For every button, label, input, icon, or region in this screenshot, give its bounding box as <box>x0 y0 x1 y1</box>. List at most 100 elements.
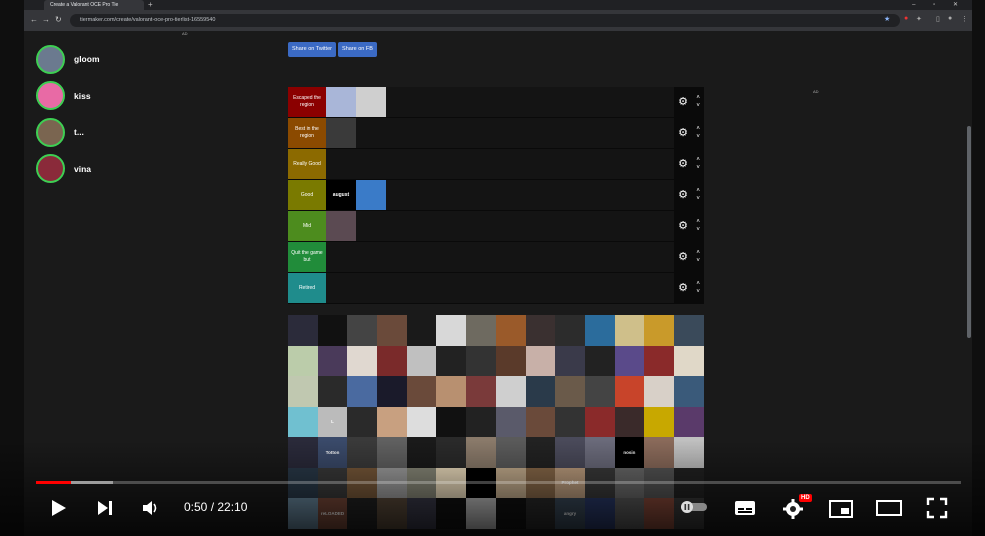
chevron-up-icon[interactable]: ˄ <box>696 125 700 133</box>
pool-image[interactable] <box>495 406 526 437</box>
pool-image[interactable] <box>406 345 437 376</box>
pool-image[interactable] <box>466 315 496 346</box>
window-controls[interactable]: – ▫ ✕ <box>912 0 966 10</box>
tier-label[interactable]: Good <box>288 180 326 210</box>
gear-icon[interactable]: ⚙ <box>678 220 688 232</box>
tier-item[interactable] <box>326 118 356 148</box>
pool-image[interactable] <box>317 376 348 407</box>
autoplay-toggle[interactable] <box>679 500 709 519</box>
tier-item[interactable] <box>356 87 386 117</box>
tier-item[interactable]: august <box>326 180 356 210</box>
chevron-up-icon[interactable]: ˄ <box>696 187 700 195</box>
puzzle-icon[interactable]: ✦ <box>916 15 922 23</box>
pool-image[interactable] <box>377 406 407 437</box>
pool-image[interactable] <box>673 345 704 376</box>
pool-image[interactable] <box>317 345 348 376</box>
chevron-down-icon[interactable]: ˅ <box>696 102 700 110</box>
pool-image[interactable] <box>288 406 318 437</box>
reload-icon[interactable]: ↻ <box>55 15 62 24</box>
pool-image[interactable] <box>288 345 318 376</box>
pool-image[interactable] <box>466 406 496 437</box>
share-fb-button[interactable]: Share on FB <box>338 42 377 57</box>
pool-image[interactable] <box>525 376 556 407</box>
streamer-item[interactable]: vina <box>36 151 100 188</box>
pool-image[interactable] <box>614 315 645 346</box>
pool-image[interactable] <box>466 376 496 407</box>
pool-image[interactable] <box>347 315 378 346</box>
gear-icon[interactable]: ⚙ <box>678 127 688 139</box>
gear-icon[interactable]: ⚙ <box>678 96 688 108</box>
progress-bar[interactable] <box>36 481 961 484</box>
pool-image[interactable] <box>288 315 318 346</box>
url-field[interactable]: tiermaker.com/create/valorant-oce-pro-ti… <box>70 14 900 27</box>
pool-image[interactable] <box>584 345 615 376</box>
pool-image[interactable] <box>555 406 585 437</box>
theater-mode-icon[interactable] <box>876 500 902 521</box>
chevron-up-icon[interactable]: ˄ <box>696 156 700 164</box>
play-icon[interactable] <box>48 498 68 523</box>
pool-image[interactable] <box>377 345 407 376</box>
pool-image[interactable] <box>495 315 526 346</box>
tier-item[interactable] <box>356 180 386 210</box>
chevron-up-icon[interactable]: ˄ <box>696 218 700 226</box>
pool-image[interactable] <box>644 315 674 346</box>
pool-image[interactable] <box>377 376 407 407</box>
fullscreen-icon[interactable] <box>926 497 948 524</box>
streamer-item[interactable]: kiss <box>36 78 100 115</box>
pool-image[interactable] <box>436 376 467 407</box>
pool-image[interactable] <box>288 376 318 407</box>
pool-image[interactable] <box>466 345 496 376</box>
tier-label[interactable]: Mid <box>288 211 326 241</box>
chevron-up-icon[interactable]: ˄ <box>696 249 700 257</box>
tier-item[interactable] <box>326 211 356 241</box>
tier-dropzone[interactable] <box>326 87 674 117</box>
pool-image[interactable] <box>614 406 645 437</box>
tier-label[interactable]: Really Good <box>288 149 326 179</box>
pool-image[interactable] <box>644 376 674 407</box>
tier-label[interactable]: Quit the game but <box>288 242 326 272</box>
tier-dropzone[interactable] <box>326 242 674 272</box>
pool-image[interactable] <box>555 376 585 407</box>
pool-image[interactable] <box>317 315 348 346</box>
volume-icon[interactable] <box>142 500 160 521</box>
pool-image[interactable] <box>347 376 378 407</box>
pool-image[interactable] <box>436 406 467 437</box>
pool-image[interactable] <box>347 406 378 437</box>
pool-image[interactable] <box>377 315 407 346</box>
streamer-item[interactable]: t... <box>36 114 100 151</box>
chevron-down-icon[interactable]: ˅ <box>696 195 700 203</box>
streamer-item[interactable]: gloom <box>36 41 100 78</box>
pool-image[interactable] <box>436 345 467 376</box>
pool-image[interactable] <box>614 376 645 407</box>
gear-icon[interactable]: ⚙ <box>678 158 688 170</box>
pool-image[interactable] <box>555 345 585 376</box>
pool-image[interactable] <box>614 345 645 376</box>
pool-image[interactable] <box>673 406 704 437</box>
pool-image[interactable] <box>347 345 378 376</box>
pool-image[interactable] <box>406 406 437 437</box>
bookmark-star-icon[interactable]: ★ <box>884 15 890 23</box>
pool-image[interactable] <box>406 376 437 407</box>
pool-image[interactable] <box>673 376 704 407</box>
extension-icon[interactable]: ● <box>904 15 908 22</box>
pool-image[interactable] <box>406 315 437 346</box>
chevron-up-icon[interactable]: ˄ <box>696 280 700 288</box>
gear-icon[interactable]: ⚙ <box>678 282 688 294</box>
next-icon[interactable] <box>96 499 114 522</box>
settings-gear-icon[interactable] <box>782 498 804 525</box>
tier-label[interactable]: Retired <box>288 273 326 303</box>
pool-image[interactable] <box>525 406 556 437</box>
pool-image[interactable]: L <box>317 406 348 437</box>
pool-image[interactable] <box>644 345 674 376</box>
chevron-down-icon[interactable]: ˅ <box>696 164 700 172</box>
pool-image[interactable] <box>584 315 615 346</box>
share-twitter-button[interactable]: Share on Twitter <box>288 42 336 57</box>
browser-tab[interactable]: Create a Valorant OCE Pro Tie <box>44 0 144 10</box>
pool-image[interactable] <box>584 376 615 407</box>
tier-dropzone[interactable] <box>326 149 674 179</box>
subtitles-icon[interactable] <box>734 499 756 522</box>
chevron-down-icon[interactable]: ˅ <box>696 133 700 141</box>
pool-image[interactable] <box>495 345 526 376</box>
pool-image[interactable] <box>436 315 467 346</box>
gear-icon[interactable]: ⚙ <box>678 251 688 263</box>
